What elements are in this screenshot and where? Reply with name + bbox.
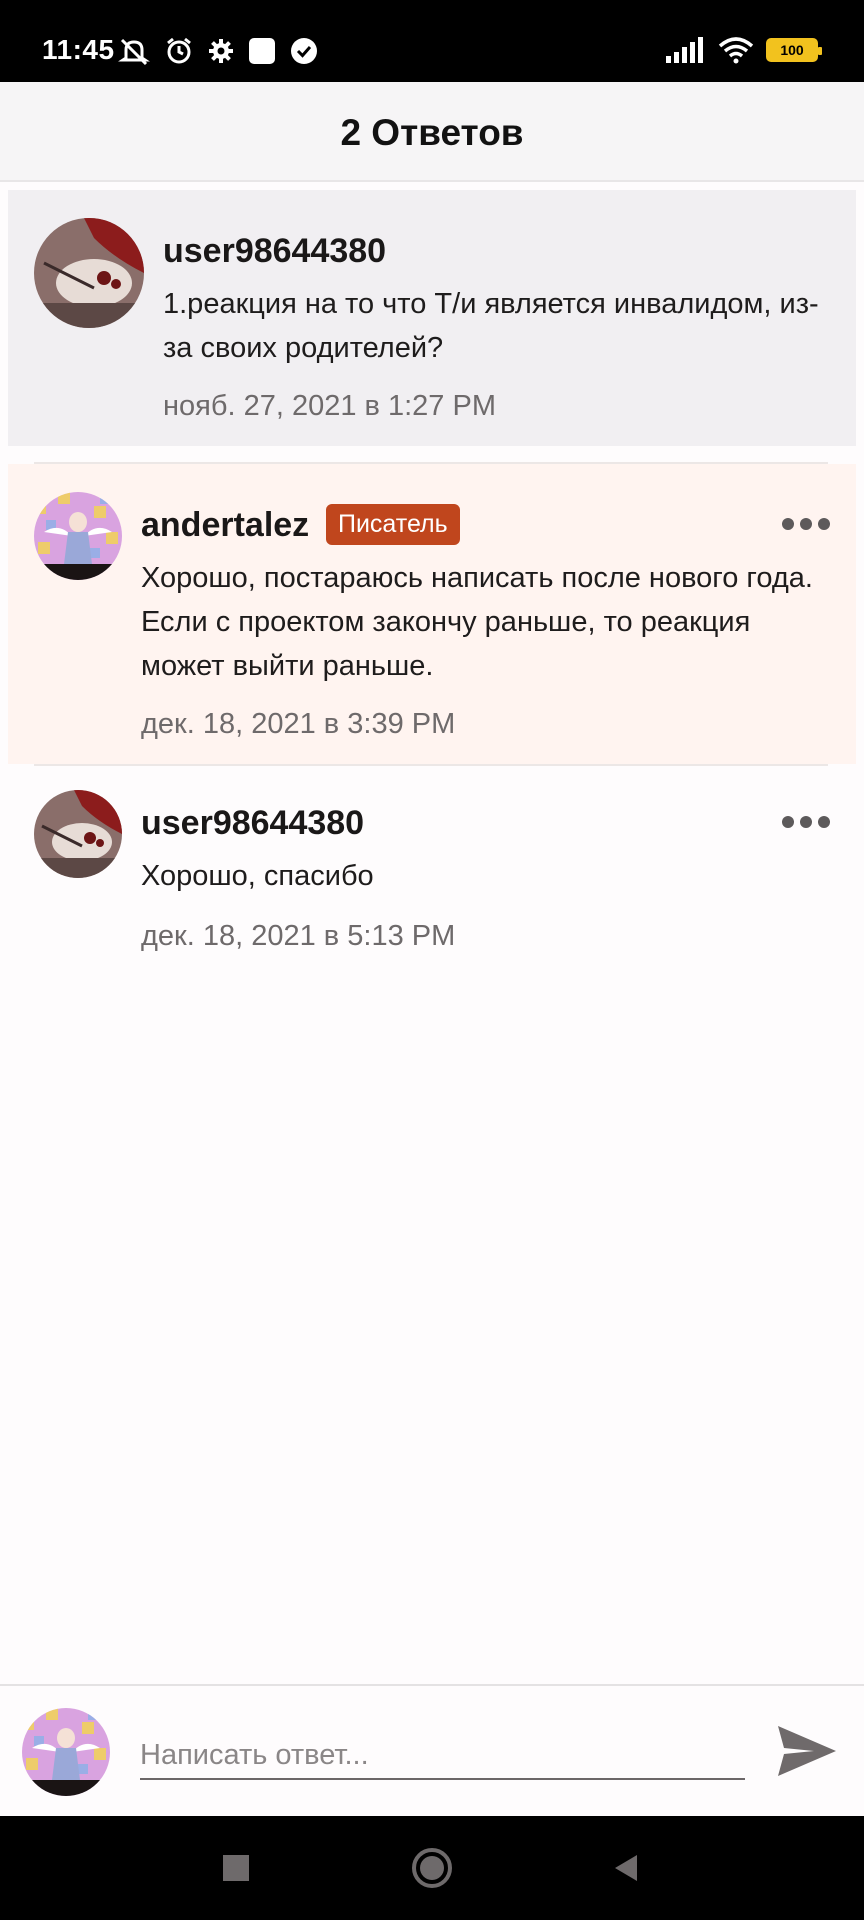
home-button[interactable] xyxy=(404,1840,460,1896)
comment-username[interactable]: user98644380 xyxy=(163,232,386,271)
author-reply: andertalez Писатель Хорошо, постараюсь н… xyxy=(8,464,856,764)
comment-username[interactable]: user98644380 xyxy=(141,804,364,843)
send-icon[interactable] xyxy=(774,1718,840,1784)
avatar[interactable] xyxy=(34,218,144,328)
comment-text: Хорошо, постараюсь написать после нового… xyxy=(141,562,813,682)
comment-text: 1.реакция на то что Т/и является инвалид… xyxy=(163,288,819,364)
comment-timestamp: нояб. 27, 2021 в 1:27 PM xyxy=(163,390,496,422)
square-icon xyxy=(223,1855,249,1881)
current-user-avatar xyxy=(22,1708,110,1796)
check-circle-icon xyxy=(291,38,317,64)
nav-bar xyxy=(0,1816,864,1920)
status-time: 11:45 xyxy=(42,34,115,65)
avatar[interactable] xyxy=(34,492,122,580)
status-bar: 11:45 100 xyxy=(0,0,864,82)
page-title: 2 Ответов xyxy=(340,112,524,153)
battery-icon: 100 xyxy=(766,38,822,62)
more-options-icon[interactable] xyxy=(782,518,830,530)
mute-icon xyxy=(118,38,150,66)
reply-bar xyxy=(0,1684,864,1816)
settings-icon xyxy=(209,39,233,63)
comment-timestamp: дек. 18, 2021 в 5:13 PM xyxy=(141,920,456,952)
alarm-icon xyxy=(167,37,191,64)
square-icon xyxy=(249,38,275,64)
home-icon xyxy=(412,1848,452,1888)
reply-comment: user98644380 Хорошо, спасибо дек. 18, 20… xyxy=(8,786,856,986)
more-options-icon[interactable] xyxy=(782,816,830,828)
avatar[interactable] xyxy=(34,790,122,878)
parent-comment: user98644380 1.реакция на то что Т/и явл… xyxy=(8,190,856,446)
signal-icon xyxy=(666,37,703,63)
writer-badge: Писатель xyxy=(326,504,460,545)
comment-username[interactable]: andertalez xyxy=(141,506,309,545)
wifi-icon xyxy=(718,37,754,64)
header: 2 Ответов xyxy=(0,82,864,182)
back-button[interactable] xyxy=(598,1840,654,1896)
divider xyxy=(34,764,828,766)
back-icon xyxy=(615,1855,637,1881)
comment-timestamp: дек. 18, 2021 в 3:39 PM xyxy=(141,708,456,740)
comment-text: Хорошо, спасибо xyxy=(141,860,374,892)
reply-input[interactable] xyxy=(140,1732,745,1780)
recents-button[interactable] xyxy=(208,1840,264,1896)
